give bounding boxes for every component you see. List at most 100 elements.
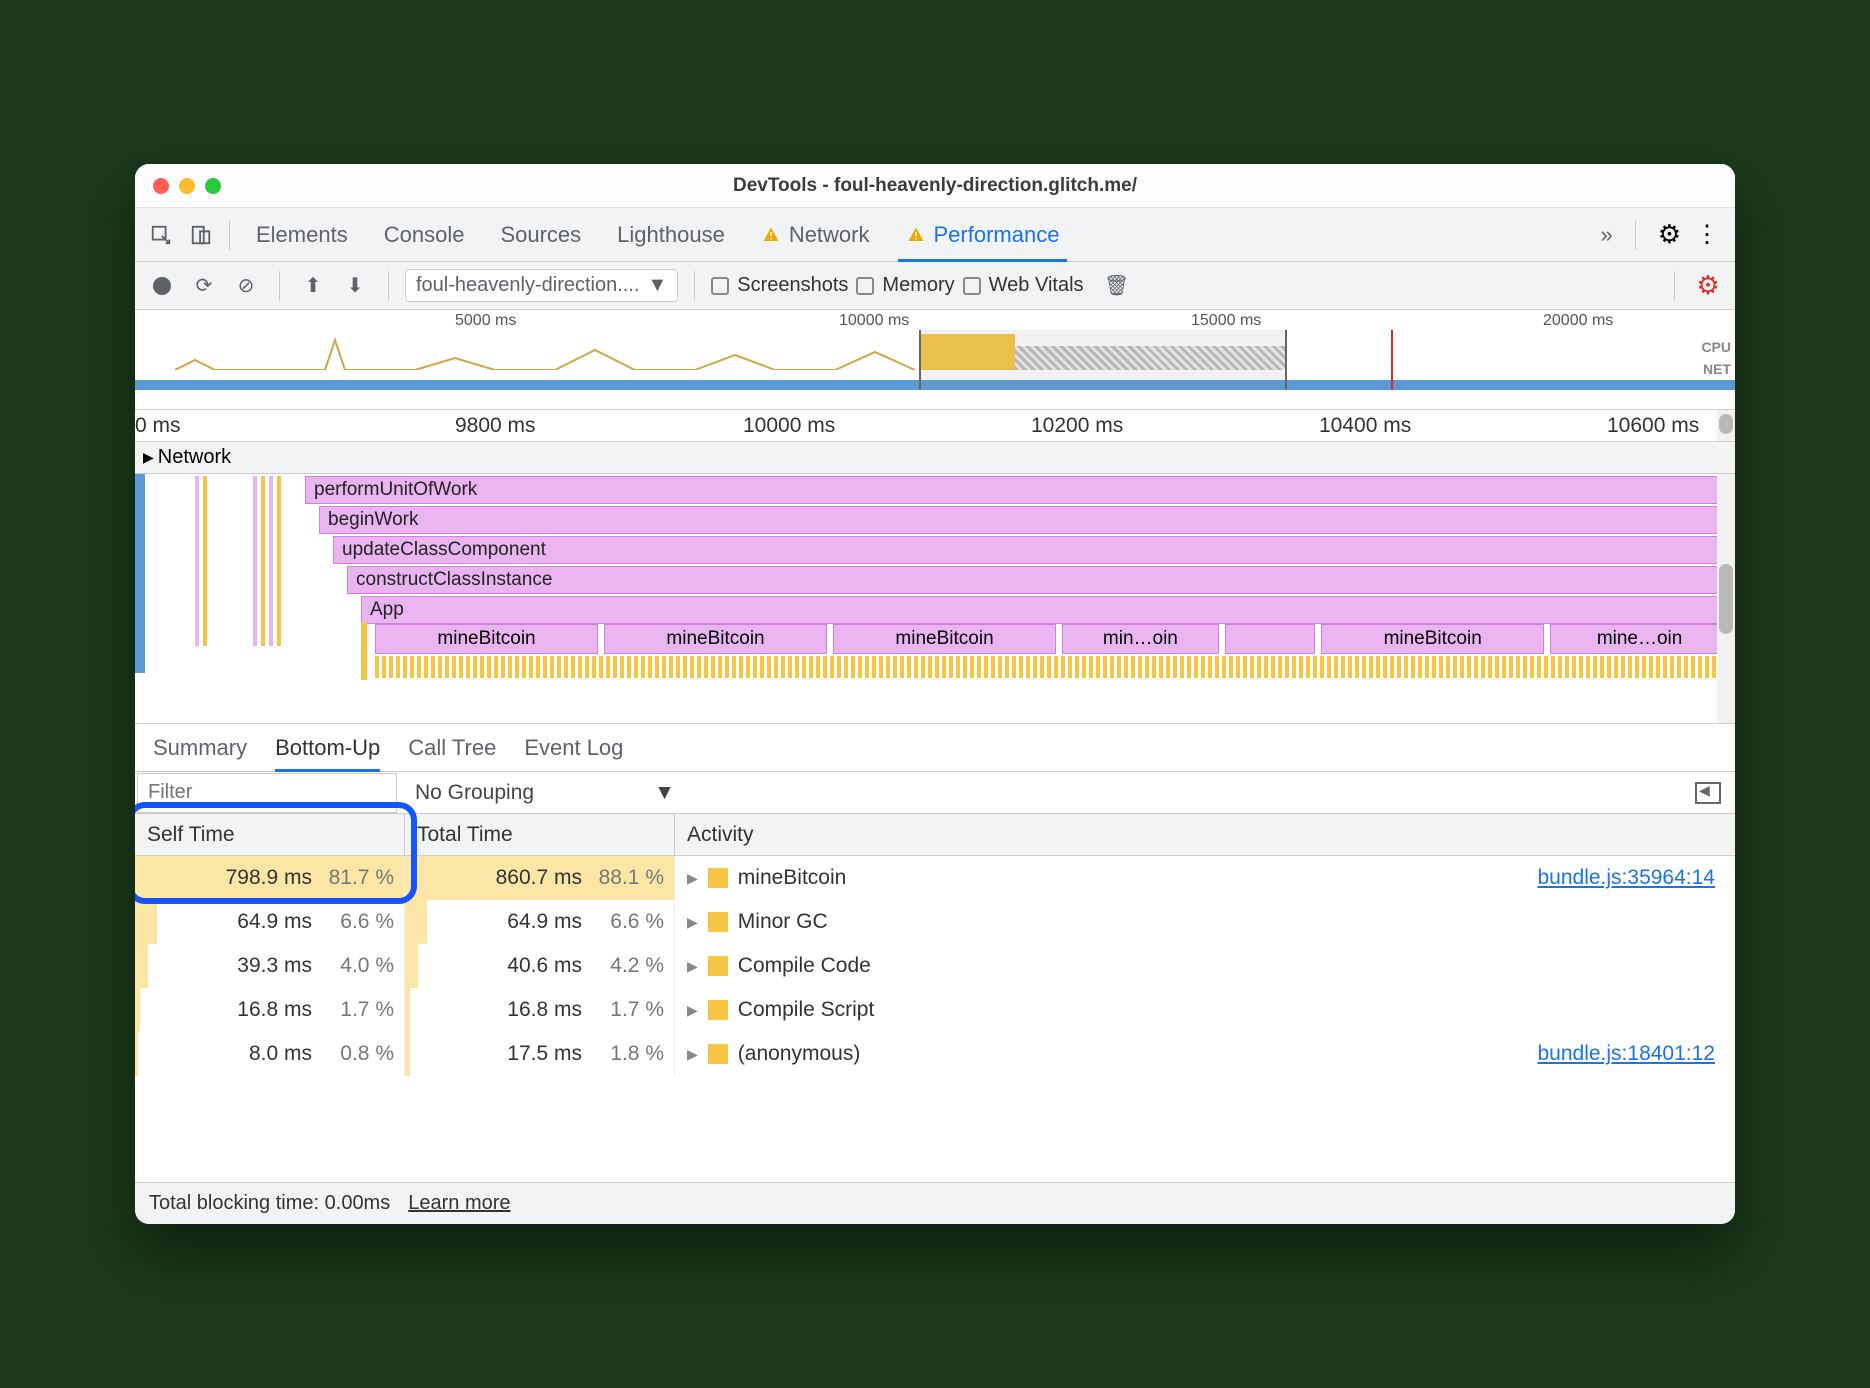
flame-ticks xyxy=(375,656,1729,678)
tick-label: 10000 ms xyxy=(839,312,909,330)
flame-frame[interactable]: mineBitcoin xyxy=(1321,624,1544,654)
network-section-header[interactable]: ▶ Network xyxy=(135,442,1735,474)
activity-label: (anonymous) xyxy=(738,1042,861,1066)
warning-icon xyxy=(761,226,781,244)
flame-chart[interactable]: performUnitOfWork beginWork updateClassC… xyxy=(135,474,1735,724)
chevron-right-icon: ▶ xyxy=(687,1002,698,1019)
script-color-icon xyxy=(708,1044,728,1064)
subtab-call-tree[interactable]: Call Tree xyxy=(408,724,496,772)
show-heaviest-stack-icon[interactable] xyxy=(1695,782,1721,804)
chevron-right-icon: ▶ xyxy=(143,449,154,466)
overview-timeline[interactable]: 5000 ms 10000 ms 15000 ms 20000 ms CPU N… xyxy=(135,310,1735,410)
footer-bar: Total blocking time: 0.00ms Learn more xyxy=(135,1182,1735,1224)
warning-icon xyxy=(906,226,926,244)
tab-performance[interactable]: Performance xyxy=(888,208,1078,262)
subtab-event-log[interactable]: Event Log xyxy=(524,724,623,772)
col-self-time[interactable]: Self Time xyxy=(135,814,405,855)
filter-input[interactable] xyxy=(137,773,397,813)
upload-icon[interactable]: ⬆ xyxy=(296,269,330,303)
clear-button[interactable]: ⊘ xyxy=(229,269,263,303)
more-tabs-icon[interactable]: » xyxy=(1600,222,1612,248)
download-icon[interactable]: ⬇ xyxy=(338,269,372,303)
blocking-time-label: Total blocking time: 0.00ms xyxy=(149,1192,390,1215)
activity-label: Minor GC xyxy=(738,910,828,934)
memory-checkbox[interactable]: Memory xyxy=(856,274,954,297)
ruler-tick: 10000 ms xyxy=(743,414,835,438)
flame-frame[interactable]: beginWork xyxy=(319,506,1729,534)
tab-console[interactable]: Console xyxy=(366,208,483,262)
source-link[interactable]: bundle.js:35964:14 xyxy=(1538,866,1716,890)
gear-icon[interactable]: ⚙ xyxy=(1658,219,1681,250)
table-row[interactable]: 798.9 ms81.7 %860.7 ms88.1 %▶mineBitcoin… xyxy=(135,856,1735,900)
ruler-tick: 9800 ms xyxy=(455,414,536,438)
table-row[interactable]: 16.8 ms1.7 %16.8 ms1.7 %▶Compile Script xyxy=(135,988,1735,1032)
scrollbar[interactable] xyxy=(1717,474,1735,723)
ruler-tick: 10400 ms xyxy=(1319,414,1411,438)
record-button[interactable] xyxy=(145,269,179,303)
kebab-icon[interactable]: ⋮ xyxy=(1695,220,1719,249)
tab-lighthouse[interactable]: Lighthouse xyxy=(599,208,743,262)
device-icon[interactable] xyxy=(181,215,221,255)
ruler-tick: 10200 ms xyxy=(1031,414,1123,438)
script-color-icon xyxy=(708,912,728,932)
chevron-right-icon: ▶ xyxy=(687,914,698,931)
perf-toolbar: ⟳ ⊘ ⬆ ⬇ foul-heavenly-direction....▼ Scr… xyxy=(135,262,1735,310)
flame-frame[interactable]: min…oin xyxy=(1062,624,1219,654)
flame-frame[interactable]: mineBitcoin xyxy=(375,624,598,654)
tab-network[interactable]: Network xyxy=(743,208,888,262)
tick-label: 5000 ms xyxy=(455,312,516,330)
flame-frame[interactable]: mineBitcoin xyxy=(833,624,1056,654)
subtab-summary[interactable]: Summary xyxy=(153,724,247,772)
activity-label: Compile Code xyxy=(738,954,871,978)
scrollbar[interactable] xyxy=(1717,410,1735,441)
overview-selection[interactable] xyxy=(919,330,1287,390)
flame-frame[interactable]: App xyxy=(361,596,1729,624)
flame-frame[interactable]: mineBitcoin xyxy=(604,624,827,654)
flame-frame[interactable]: mine…oin xyxy=(1550,624,1729,654)
learn-more-link[interactable]: Learn more xyxy=(408,1192,510,1215)
separator xyxy=(1635,220,1636,250)
flame-frame[interactable]: performUnitOfWork xyxy=(305,476,1729,504)
chevron-right-icon: ▶ xyxy=(687,870,698,887)
subtab-bottom-up[interactable]: Bottom-Up xyxy=(275,724,380,772)
webvitals-checkbox[interactable]: Web Vitals xyxy=(963,274,1084,297)
flame-frame[interactable] xyxy=(1225,624,1315,654)
ruler-tick: 10600 ms xyxy=(1607,414,1699,438)
separator xyxy=(694,271,695,301)
table-row[interactable]: 39.3 ms4.0 %40.6 ms4.2 %▶Compile Code xyxy=(135,944,1735,988)
titlebar: DevTools - foul-heavenly-direction.glitc… xyxy=(135,164,1735,208)
separator xyxy=(1674,271,1675,301)
activity-label: mineBitcoin xyxy=(738,866,847,890)
flame-frame[interactable]: updateClassComponent xyxy=(333,536,1729,564)
grouping-select[interactable]: No Grouping▼ xyxy=(415,781,675,805)
reload-button[interactable]: ⟳ xyxy=(187,269,221,303)
col-activity[interactable]: Activity xyxy=(675,814,1735,855)
activity-label: Compile Script xyxy=(738,998,875,1022)
chevron-right-icon: ▶ xyxy=(687,1046,698,1063)
marker-line xyxy=(1391,330,1393,390)
analysis-subtabs: Summary Bottom-Up Call Tree Event Log xyxy=(135,724,1735,772)
tab-elements[interactable]: Elements xyxy=(238,208,366,262)
trash-icon[interactable]: 🗑 xyxy=(1100,269,1134,303)
flame-frame[interactable]: constructClassInstance xyxy=(347,566,1729,594)
table-body: 798.9 ms81.7 %860.7 ms88.1 %▶mineBitcoin… xyxy=(135,856,1735,1182)
tick-label: 15000 ms xyxy=(1191,312,1261,330)
devtools-window: DevTools - foul-heavenly-direction.glitc… xyxy=(135,164,1735,1224)
script-color-icon xyxy=(708,868,728,888)
detail-ruler[interactable]: 0 ms 9800 ms 10000 ms 10200 ms 10400 ms … xyxy=(135,410,1735,442)
tab-sources[interactable]: Sources xyxy=(482,208,599,262)
table-row[interactable]: 64.9 ms6.6 %64.9 ms6.6 %▶Minor GC xyxy=(135,900,1735,944)
capture-settings-icon[interactable]: ⚙ xyxy=(1691,269,1725,303)
table-header: Self Time Total Time Activity xyxy=(135,814,1735,856)
tick-label: 20000 ms xyxy=(1543,312,1613,330)
table-row[interactable]: 8.0 ms0.8 %17.5 ms1.8 %▶(anonymous)bundl… xyxy=(135,1032,1735,1076)
inspect-icon[interactable] xyxy=(141,215,181,255)
separator xyxy=(229,220,230,250)
screenshots-checkbox[interactable]: Screenshots xyxy=(711,274,848,297)
main-tabs: Elements Console Sources Lighthouse Netw… xyxy=(135,208,1735,262)
network-label: Network xyxy=(158,446,231,469)
recording-select[interactable]: foul-heavenly-direction....▼ xyxy=(405,269,678,302)
script-color-icon xyxy=(708,956,728,976)
col-total-time[interactable]: Total Time xyxy=(405,814,675,855)
source-link[interactable]: bundle.js:18401:12 xyxy=(1538,1042,1716,1066)
